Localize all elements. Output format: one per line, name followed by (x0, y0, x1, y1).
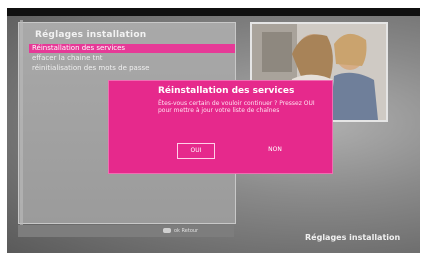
dialog-message: Êtes-vous certain de vouloir continuer ?… (158, 100, 315, 114)
tv-frame: Réglages installation Réinstallation des… (0, 0, 428, 260)
menu-item-clear-channel[interactable]: effacer la chaine tnt (29, 54, 103, 63)
ok-back-hint: ok Retour (163, 228, 198, 234)
dialog-title: Réinstallation des services (158, 86, 295, 96)
menu-title: Réglages installation (35, 30, 147, 40)
ok-hint-label: ok Retour (174, 228, 199, 234)
menu-item-reinstall-services[interactable]: Réinstallation des services (29, 44, 235, 53)
menu-item-reset-passwords[interactable]: réinitialisation des mots de passe (29, 64, 222, 73)
decorative-stripe (20, 20, 23, 225)
no-button[interactable]: NON (257, 143, 293, 157)
ok-button-icon (163, 228, 171, 233)
yes-button[interactable]: OUI (177, 143, 215, 159)
bottom-bar (18, 225, 234, 237)
section-label: Réglages installation (305, 233, 401, 242)
